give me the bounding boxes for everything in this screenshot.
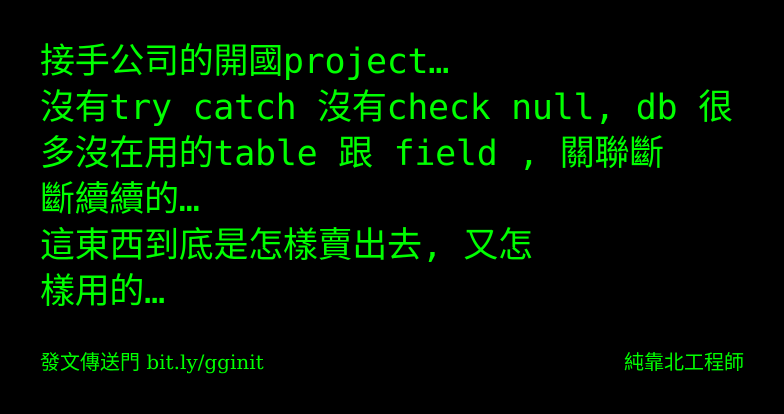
confession-message: 接手公司的開國project… 沒有try catch 沒有check null…	[40, 39, 760, 315]
message-line: 這東西到底是怎樣賣出去, 又怎	[40, 226, 533, 266]
message-line: 樣用的…	[40, 272, 165, 312]
message-line: 接手公司的開國project…	[40, 42, 450, 82]
message-line: 多沒在用的table 跟 field , 關聯斷	[40, 134, 664, 174]
submission-link-text: 發文傳送門 bit.ly/gginit	[40, 350, 264, 374]
page-signature: 純靠北工程師	[624, 350, 744, 374]
message-line: 斷續續的…	[40, 180, 200, 220]
confession-post-image: 接手公司的開國project… 沒有try catch 沒有check null…	[0, 0, 784, 414]
message-line: 沒有try catch 沒有check null, db 很	[40, 88, 733, 128]
